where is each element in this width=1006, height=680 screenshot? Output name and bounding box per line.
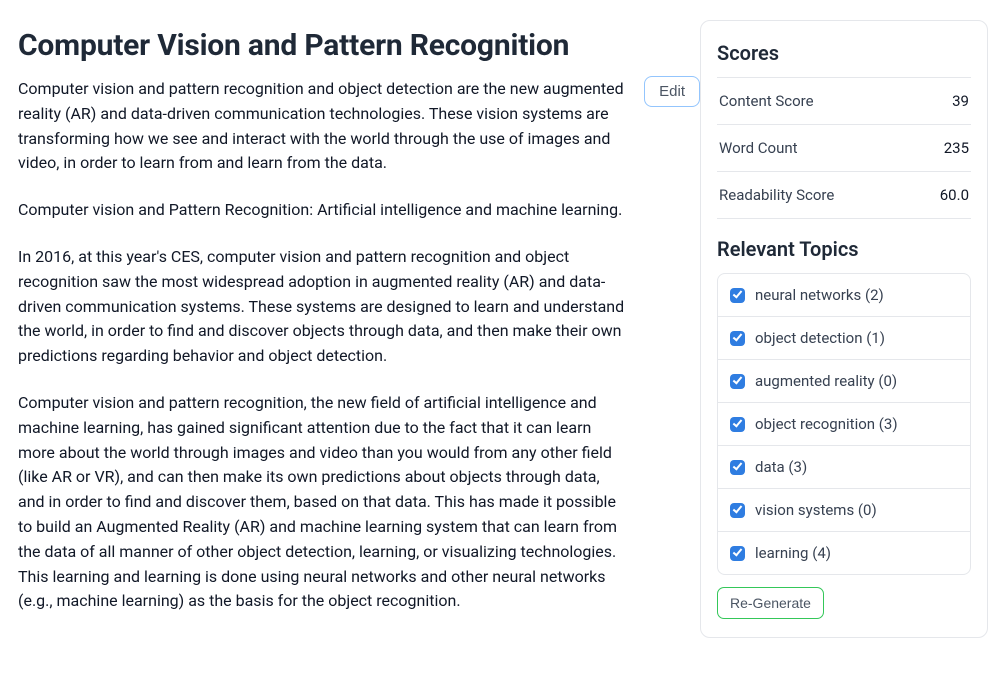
edit-button[interactable]: Edit <box>644 76 700 107</box>
topic-item[interactable]: object detection (1) <box>718 317 970 360</box>
topic-item[interactable]: augmented reality (0) <box>718 360 970 403</box>
paragraph: Computer vision and pattern recognition … <box>18 77 628 176</box>
checkbox-icon[interactable] <box>730 546 745 561</box>
topic-label: vision systems (0) <box>755 501 877 519</box>
topic-item[interactable]: vision systems (0) <box>718 489 970 532</box>
topic-label: learning (4) <box>755 544 831 562</box>
score-value: 39 <box>952 92 969 110</box>
topic-label: object detection (1) <box>755 329 885 347</box>
score-value: 60.0 <box>940 186 969 204</box>
sidebar: Scores Content Score 39 Word Count 235 R… <box>700 20 988 638</box>
paragraph: In 2016, at this year's CES, computer vi… <box>18 245 628 369</box>
topic-item[interactable]: learning (4) <box>718 532 970 574</box>
article-body: Computer vision and pattern recognition … <box>18 77 688 614</box>
checkbox-icon[interactable] <box>730 374 745 389</box>
score-label: Readability Score <box>719 186 834 204</box>
article-column: Computer Vision and Pattern Recognition … <box>18 20 700 660</box>
checkbox-icon[interactable] <box>730 503 745 518</box>
topics-heading: Relevant Topics <box>717 237 971 261</box>
paragraph: Computer vision and Pattern Recognition:… <box>18 198 628 223</box>
topics-list: neural networks (2) object detection (1)… <box>717 273 971 575</box>
topic-label: data (3) <box>755 458 807 476</box>
topic-item[interactable]: neural networks (2) <box>718 274 970 317</box>
score-row: Readability Score 60.0 <box>717 172 971 219</box>
scores-heading: Scores <box>717 41 971 65</box>
paragraph: Computer vision and pattern recognition,… <box>18 391 628 614</box>
page: Computer Vision and Pattern Recognition … <box>0 0 1006 680</box>
score-row: Word Count 235 <box>717 125 971 172</box>
checkbox-icon[interactable] <box>730 288 745 303</box>
score-row: Content Score 39 <box>717 78 971 125</box>
topic-item[interactable]: data (3) <box>718 446 970 489</box>
score-label: Content Score <box>719 92 814 110</box>
regenerate-button[interactable]: Re-Generate <box>717 587 824 619</box>
topic-label: augmented reality (0) <box>755 372 897 390</box>
checkbox-icon[interactable] <box>730 331 745 346</box>
checkbox-icon[interactable] <box>730 460 745 475</box>
score-value: 235 <box>944 139 969 157</box>
topic-item[interactable]: object recognition (3) <box>718 403 970 446</box>
score-label: Word Count <box>719 139 798 157</box>
topic-label: neural networks (2) <box>755 286 884 304</box>
checkbox-icon[interactable] <box>730 417 745 432</box>
page-title: Computer Vision and Pattern Recognition <box>18 28 688 63</box>
topic-label: object recognition (3) <box>755 415 898 433</box>
scores-list: Content Score 39 Word Count 235 Readabil… <box>717 77 971 219</box>
